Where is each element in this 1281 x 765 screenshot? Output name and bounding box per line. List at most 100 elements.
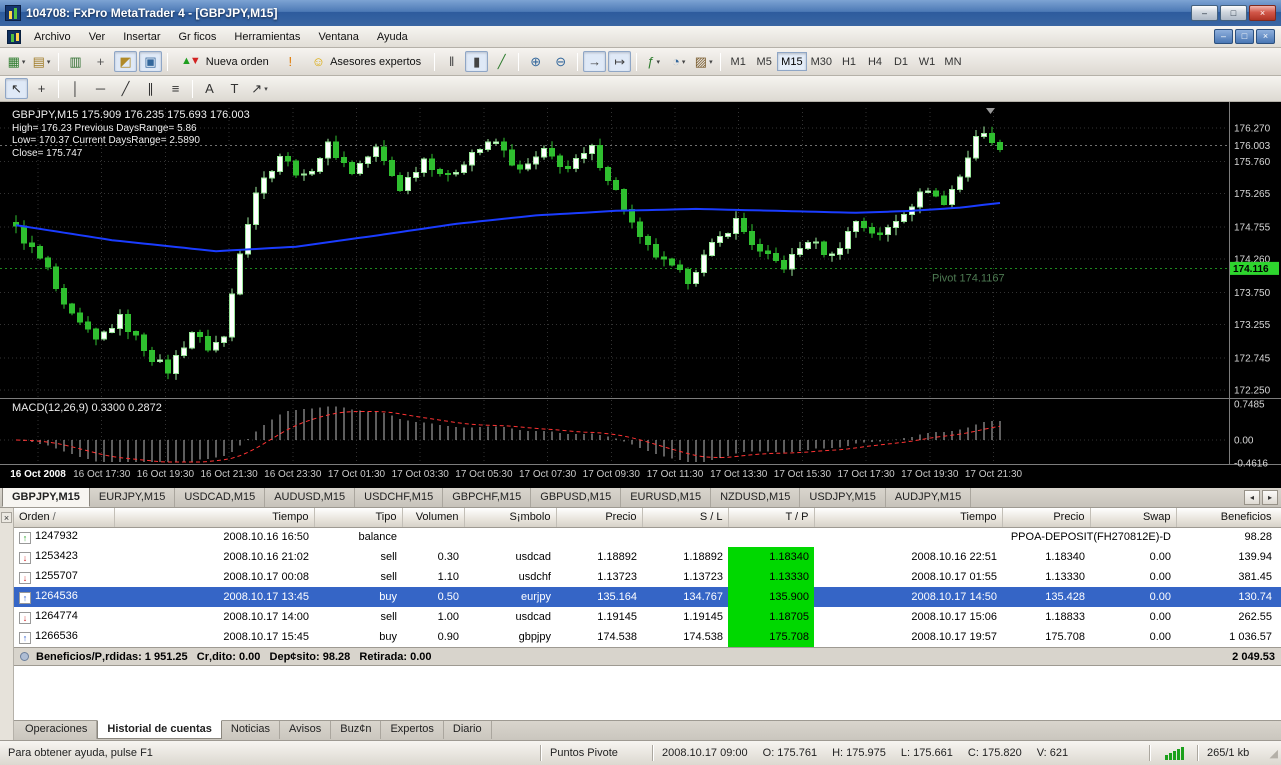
periods-icon[interactable]: ◔▾: [667, 51, 690, 72]
column-header-7[interactable]: T / P: [728, 508, 814, 527]
timeframe-m15-button[interactable]: M15: [777, 52, 806, 71]
new-chart-icon[interactable]: ▦▾: [5, 51, 28, 72]
chart-shift-icon[interactable]: ↦: [608, 51, 631, 72]
maximize-button[interactable]: □: [1220, 5, 1247, 21]
profiles-icon[interactable]: ▤▾: [30, 51, 53, 72]
chart-tab-usdjpy[interactable]: USDJPY,M15: [800, 488, 885, 507]
timeframe-w1-button[interactable]: W1: [914, 52, 940, 71]
timeframe-m30-button[interactable]: M30: [807, 52, 836, 71]
fibonacci-icon[interactable]: ≡: [164, 78, 187, 99]
menu-item-5[interactable]: Ventana: [309, 28, 367, 46]
order-sell-icon: ↓: [19, 572, 31, 584]
chart-tab-gbpchf[interactable]: GBPCHF,M15: [443, 488, 531, 507]
status-mode: Puntos Pivote: [542, 741, 652, 765]
scroll-right-icon[interactable]: ▸: [1262, 490, 1278, 505]
chart-bars-icon[interactable]: ‖: [440, 51, 463, 72]
history-row-1255707[interactable]: ↓12557072008.10.17 00:08sell1.10usdchf1.…: [14, 567, 1281, 587]
column-header-1[interactable]: Tiempo: [114, 508, 314, 527]
trendline-icon[interactable]: ╱: [114, 78, 137, 99]
terminal-tab-noticias[interactable]: Noticias: [222, 721, 280, 739]
chart-tab-eurjpy[interactable]: EURJPY,M15: [90, 488, 175, 507]
timeframe-h1-button[interactable]: H1: [836, 52, 862, 71]
column-header-9[interactable]: Precio: [1002, 508, 1090, 527]
history-row-1247932[interactable]: ↑12479322008.10.16 16:50balancePPOA-DEPO…: [14, 527, 1281, 547]
column-header-8[interactable]: Tiempo: [814, 508, 1002, 527]
zoom-out-icon[interactable]: ⊖: [549, 51, 572, 72]
terminal-tab-operaciones[interactable]: Operaciones: [16, 721, 97, 739]
chevron-down-icon: ▾: [682, 58, 686, 66]
close-button[interactable]: ×: [1249, 5, 1276, 21]
timeframe-d1-button[interactable]: D1: [888, 52, 914, 71]
menu-item-0[interactable]: Archivo: [25, 28, 80, 46]
chart-tab-gbpjpy[interactable]: GBPJPY,M15: [2, 487, 90, 507]
column-header-10[interactable]: Swap: [1090, 508, 1176, 527]
menu-item-6[interactable]: Ayuda: [368, 28, 417, 46]
chart-candles-icon[interactable]: ▮: [465, 51, 488, 72]
navigator-icon[interactable]: ◩: [114, 51, 137, 72]
timeframe-h4-button[interactable]: H4: [862, 52, 888, 71]
templates-icon[interactable]: ▨▾: [692, 51, 715, 72]
scroll-left-icon[interactable]: ◂: [1244, 490, 1260, 505]
chart-tab-gbpusd[interactable]: GBPUSD,M15: [531, 488, 621, 507]
expert-advisors-button[interactable]: ☺Asesores expertos: [304, 51, 429, 72]
alerts-icon[interactable]: !: [279, 51, 302, 72]
terminal-tab-buz-n[interactable]: Buz¢n: [331, 721, 381, 739]
chart-line-icon[interactable]: ╱: [490, 51, 513, 72]
history-row-1266536[interactable]: ↑12665362008.10.17 15:45buy0.90gbpjpy174…: [14, 627, 1281, 647]
timeframe-m5-button[interactable]: M5: [751, 52, 777, 71]
terminal-tab-avisos[interactable]: Avisos: [280, 721, 331, 739]
child-window-icon[interactable]: [7, 30, 21, 44]
menu-item-2[interactable]: Insertar: [114, 28, 169, 46]
channel-icon[interactable]: ∥: [139, 78, 162, 99]
menu-item-1[interactable]: Ver: [80, 28, 115, 46]
history-row-1253423[interactable]: ↓12534232008.10.16 21:02sell0.30usdcad1.…: [14, 547, 1281, 567]
menu-item-4[interactable]: Herramientas: [225, 28, 309, 46]
column-header-11[interactable]: Beneficios: [1176, 508, 1281, 527]
child-minimize-button[interactable]: –: [1214, 29, 1233, 44]
crosshair-glyph: +: [38, 82, 46, 95]
child-restore-button[interactable]: □: [1235, 29, 1254, 44]
market-watch-icon[interactable]: ▥: [64, 51, 87, 72]
arrows-icon[interactable]: ↗▾: [248, 78, 271, 99]
horizontal-line-icon[interactable]: ─: [89, 78, 112, 99]
text-icon[interactable]: A: [198, 78, 221, 99]
cursor-icon[interactable]: ↖: [5, 78, 28, 99]
data-window-icon[interactable]: +: [89, 51, 112, 72]
toolbar-separator: [58, 53, 59, 71]
column-header-0[interactable]: Orden /: [14, 508, 114, 527]
child-close-button[interactable]: ×: [1256, 29, 1275, 44]
timeframe-m1-button[interactable]: M1: [725, 52, 751, 71]
column-header-6[interactable]: S / L: [642, 508, 728, 527]
column-header-3[interactable]: Volumen: [402, 508, 464, 527]
history-row-1264536[interactable]: ↑12645362008.10.17 13:45buy0.50eurjpy135…: [14, 587, 1281, 607]
terminal-panel-icon[interactable]: ▣: [139, 51, 162, 72]
vertical-line-icon[interactable]: │: [64, 78, 87, 99]
terminal-tab-diario[interactable]: Diario: [444, 721, 492, 739]
chart-canvas[interactable]: 176.270175.760175.265174.755174.260173.7…: [0, 102, 1281, 488]
column-header-5[interactable]: Precio: [556, 508, 642, 527]
chart-tab-eurusd[interactable]: EURUSD,M15: [621, 488, 711, 507]
indicators-icon[interactable]: ƒ▾: [642, 51, 665, 72]
terminal-tab-expertos[interactable]: Expertos: [381, 721, 443, 739]
resize-grip[interactable]: ◢: [1265, 747, 1281, 760]
column-header-4[interactable]: S¡mbolo: [464, 508, 556, 527]
column-header-2[interactable]: Tipo: [314, 508, 402, 527]
new-order-button[interactable]: ▲▼Nueva orden: [173, 51, 277, 72]
svg-text:17 Oct 03:30: 17 Oct 03:30: [392, 469, 450, 480]
indicators-glyph: ƒ: [647, 55, 654, 68]
auto-scroll-icon[interactable]: →: [583, 51, 606, 72]
crosshair-icon[interactable]: +: [30, 78, 53, 99]
chart-tab-nzdusd[interactable]: NZDUSD,M15: [711, 488, 800, 507]
text-label-icon[interactable]: T: [223, 78, 246, 99]
zoom-in-icon[interactable]: ⊕: [524, 51, 547, 72]
chart-tab-audusd[interactable]: AUDUSD,M15: [265, 488, 355, 507]
menu-item-3[interactable]: Gr ficos: [170, 28, 226, 46]
timeframe-mn-button[interactable]: MN: [940, 52, 966, 71]
chart-tab-usdchf[interactable]: USDCHF,M15: [355, 488, 443, 507]
chart-tab-usdcad[interactable]: USDCAD,M15: [175, 488, 265, 507]
terminal-tab-historial-de-cuentas[interactable]: Historial de cuentas: [97, 720, 222, 739]
chart-tab-audjpy[interactable]: AUDJPY,M15: [886, 488, 971, 507]
history-row-1264774[interactable]: ↓12647742008.10.17 14:00sell1.00usdcad1.…: [14, 607, 1281, 627]
terminal-close-icon[interactable]: ×: [1, 512, 12, 523]
minimize-button[interactable]: –: [1191, 5, 1218, 21]
